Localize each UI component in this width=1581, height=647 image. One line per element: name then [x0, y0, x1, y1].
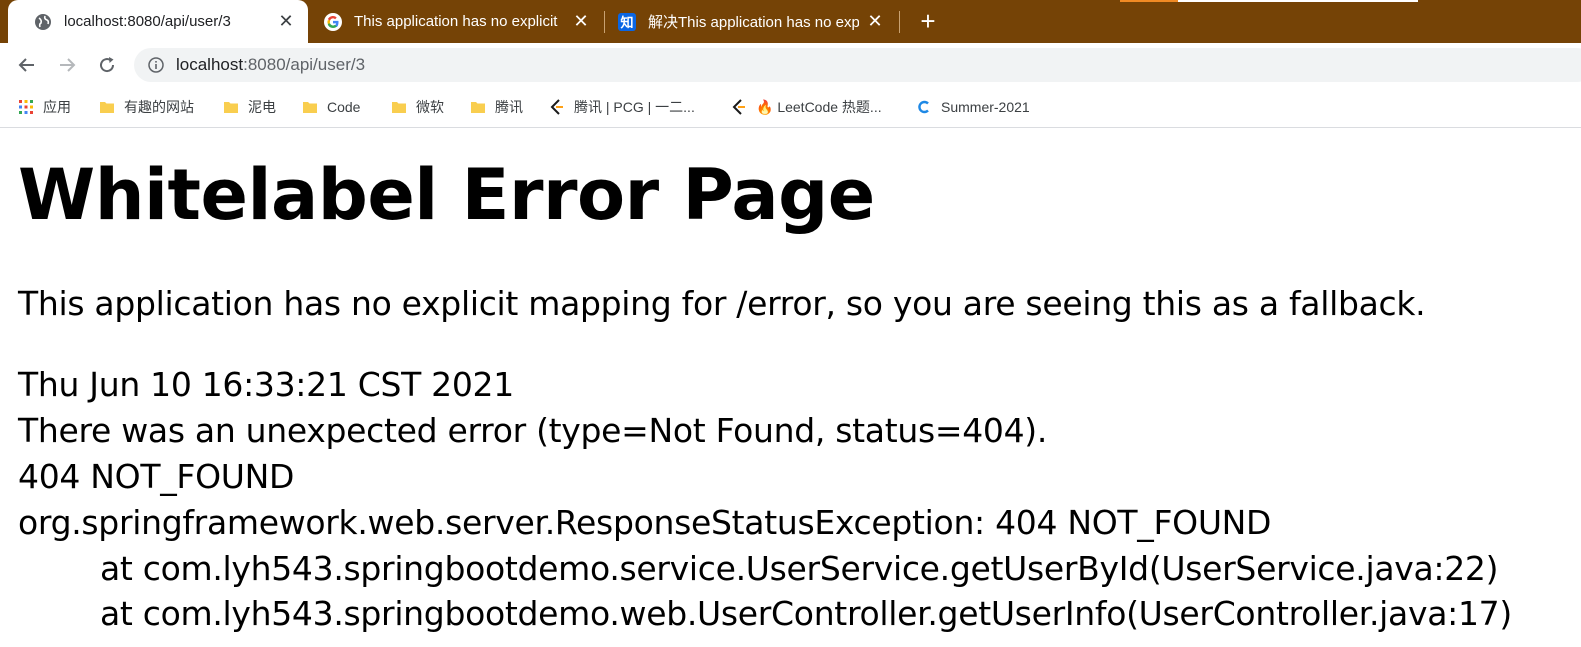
leetcode-icon [731, 99, 747, 115]
toolbar: localhost:8080/api/user/3 [0, 43, 1581, 87]
bookmark-folder[interactable]: Code [302, 95, 360, 119]
tab-localhost[interactable]: localhost:8080/api/user/3 ✕ [8, 0, 308, 43]
folder-icon [470, 99, 486, 115]
leetcode-icon [549, 99, 565, 115]
bookmark-label: 腾讯 | PCG | 一二... [574, 99, 695, 115]
bookmark-link[interactable]: 🔥 LeetCode 热题... [731, 95, 882, 119]
bookmark-folder[interactable]: 微软 [391, 95, 444, 119]
window-accent [1178, 0, 1418, 2]
bookmark-folder[interactable]: 泥电 [223, 95, 276, 119]
url-path: :8080/api/user/3 [243, 55, 366, 74]
zhihu-icon: 知 [618, 12, 636, 31]
folder-icon [99, 99, 115, 115]
tab-title: This application has no explicit [354, 13, 558, 30]
bookmark-label: 微软 [416, 99, 444, 115]
bookmark-label: 🔥 LeetCode 热题... [756, 99, 882, 115]
bookmark-label: 泥电 [248, 99, 276, 115]
bookmark-folder[interactable]: 有趣的网站 [99, 95, 194, 119]
tab-zhihu[interactable]: 知 解决This application has no exp ✕ [592, 0, 897, 43]
bookmark-label: Summer-2021 [941, 99, 1030, 115]
url-text: localhost:8080/api/user/3 [176, 55, 365, 75]
globe-icon [34, 13, 52, 31]
bookmarks-bar: 应用 有趣的网站 泥电 Code 微软 腾讯 腾讯 | PCG | 一二... … [0, 87, 1581, 128]
reload-icon [100, 57, 115, 73]
stack-trace-line: at com.lyh543.springbootdemo.service.Use… [100, 549, 1499, 588]
tab-separator [899, 11, 900, 33]
window-accent [1120, 0, 1178, 2]
apps-grid-icon [18, 99, 34, 115]
zhihu-icon-glyph: 知 [620, 15, 634, 30]
bookmark-label: 有趣的网站 [124, 99, 194, 115]
error-description: There was an unexpected error (type=Not … [18, 411, 1048, 450]
back-arrow-icon [18, 58, 34, 72]
tab-title: 解决This application has no exp [648, 14, 859, 31]
folder-icon [302, 99, 318, 115]
close-tab-icon[interactable]: ✕ [276, 11, 296, 32]
bookmark-label: 腾讯 [495, 99, 523, 115]
folder-icon [391, 99, 407, 115]
address-bar[interactable]: localhost:8080/api/user/3 [134, 48, 1581, 82]
back-button[interactable] [13, 51, 41, 79]
new-tab-button[interactable]: + [913, 6, 943, 36]
page-title: Whitelabel Error Page [18, 154, 875, 236]
close-tab-icon[interactable]: ✕ [571, 11, 591, 32]
tab-strip: localhost:8080/api/user/3 ✕ This applica… [0, 0, 1581, 43]
bookmark-label: 应用 [43, 99, 71, 115]
folder-icon [223, 99, 239, 115]
stack-trace-line: at com.lyh543.springbootdemo.web.UserCon… [100, 594, 1512, 633]
error-timestamp: Thu Jun 10 16:33:21 CST 2021 [18, 365, 514, 404]
bookmark-folder[interactable]: 腾讯 [470, 95, 523, 119]
bookmark-link[interactable]: Summer-2021 [916, 95, 1030, 119]
forward-arrow-icon [60, 58, 76, 72]
reload-button[interactable] [93, 51, 121, 79]
google-icon [324, 12, 342, 31]
bookmark-apps[interactable]: 应用 [18, 95, 71, 119]
fallback-message: This application has no explicit mapping… [18, 284, 1426, 323]
tab-title: localhost:8080/api/user/3 [64, 13, 231, 30]
forward-button[interactable] [53, 51, 81, 79]
url-host: localhost [176, 55, 244, 74]
error-status: 404 NOT_FOUND [18, 457, 295, 496]
close-tab-icon[interactable]: ✕ [865, 11, 885, 32]
bookmark-link[interactable]: 腾讯 | PCG | 一二... [549, 95, 695, 119]
c-logo-icon [916, 99, 932, 115]
exception-line: org.springframework.web.server.ResponseS… [18, 503, 1272, 542]
bookmark-label: Code [327, 99, 361, 115]
tab-google[interactable]: This application has no explicit ✕ [298, 0, 603, 43]
info-icon[interactable] [148, 57, 164, 78]
